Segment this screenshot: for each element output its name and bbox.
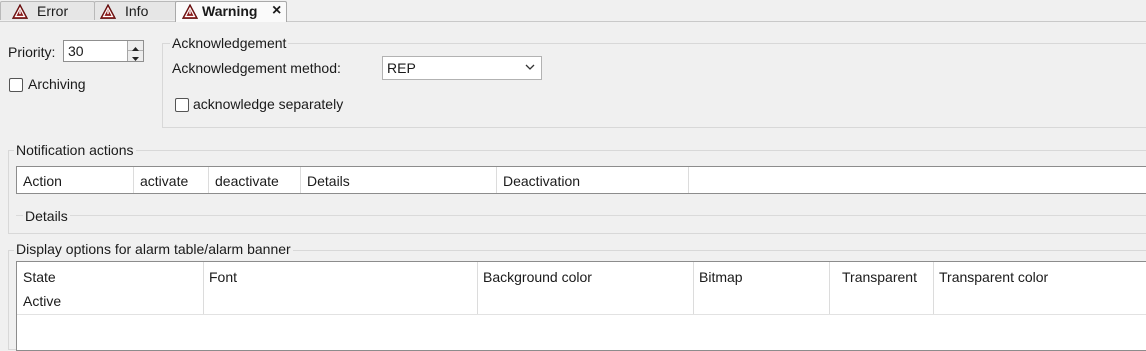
column-header-action[interactable]: Action [17,167,134,193]
acknowledgement-method-select[interactable]: REP [382,56,542,80]
tab-strip: Error Info Warning × [0,0,1146,22]
priority-stepper [127,41,143,61]
priority-spinner[interactable]: 30 [63,40,144,62]
table-cell-state[interactable]: Active [23,293,61,309]
spinner-up-button[interactable] [128,41,143,51]
acknowledgement-method-label: Acknowledgement method: [172,60,341,76]
acknowledgement-group [162,43,1146,128]
acknowledge-separately-label: acknowledge separately [193,96,344,112]
display-options-table[interactable]: State Font Background color Bitmap Trans… [16,261,1146,351]
archiving-checkbox[interactable] [9,78,23,92]
column-header-font[interactable]: Font [209,269,237,285]
display-options-title: Display options for alarm table/alarm ba… [14,241,293,257]
warning-triangle-icon [12,4,28,19]
arrow-down-icon [132,57,139,61]
column-separator [933,262,934,314]
column-separator [477,262,478,314]
details-section-label: Details [23,208,70,224]
column-header-activate[interactable]: activate [134,167,209,193]
row-separator [17,314,1146,315]
column-header-deactivation[interactable]: Deactivation [497,167,689,193]
column-separator [203,262,204,314]
column-header-background-color[interactable]: Background color [483,269,592,285]
warning-triangle-icon [182,4,198,19]
tab-warning[interactable]: Warning × [175,1,287,22]
column-header-details[interactable]: Details [301,167,497,193]
warning-triangle-icon [100,4,116,19]
column-header-transparent[interactable]: Transparent [842,269,917,285]
close-icon[interactable]: × [272,2,281,20]
notification-actions-title: Notification actions [14,142,136,158]
archiving-label: Archiving [28,76,86,92]
details-separator [16,215,1146,216]
column-header-deactivate[interactable]: deactivate [209,167,301,193]
tab-info-label: Info [125,3,149,19]
column-separator [829,262,830,314]
column-header-transparent-color[interactable]: Transparent color [939,269,1048,285]
tab-error-label: Error [37,3,69,19]
acknowledgement-title: Acknowledgement [170,35,289,51]
priority-value[interactable]: 30 [68,43,84,59]
acknowledge-separately-checkbox[interactable] [175,98,189,112]
column-header-bitmap[interactable]: Bitmap [699,269,743,285]
tab-warning-label: Warning [202,3,258,19]
column-header-state[interactable]: State [23,269,56,285]
chevron-down-icon [525,64,535,70]
spinner-down-button[interactable] [128,51,143,61]
priority-label: Priority: [8,44,56,60]
notification-actions-table[interactable]: Action activate deactivate Details Deact… [16,166,1146,194]
tab-error[interactable]: Error [0,1,95,20]
column-separator [693,262,694,314]
tab-info[interactable]: Info [94,1,177,20]
acknowledgement-method-value: REP [387,60,416,76]
